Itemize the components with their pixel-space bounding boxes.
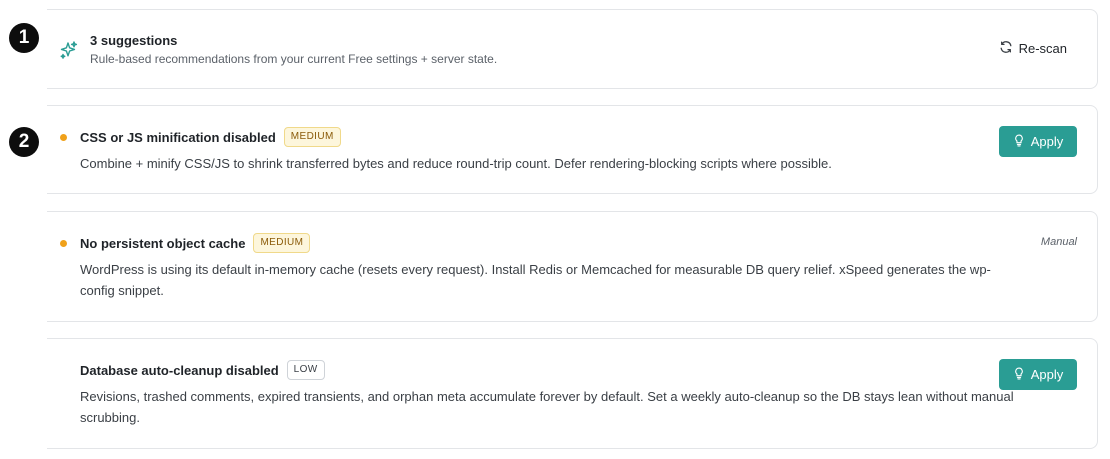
apply-button[interactable]: Apply bbox=[999, 359, 1077, 390]
suggestion-header: Database auto-cleanup disabled LOW bbox=[80, 360, 325, 380]
suggestion-description: WordPress is using its default in-memory… bbox=[80, 262, 991, 298]
severity-badge: MEDIUM bbox=[283, 127, 341, 147]
suggestion-header: No persistent object cache MEDIUM bbox=[80, 233, 311, 253]
refresh-icon bbox=[999, 40, 1013, 57]
severity-badge: LOW bbox=[286, 360, 325, 380]
summary-subtitle: Rule-based recommendations from your cur… bbox=[90, 52, 498, 66]
severity-badge: MEDIUM bbox=[253, 233, 311, 253]
suggestion-title: CSS or JS minification disabled bbox=[80, 129, 276, 145]
sparkle-icon bbox=[59, 40, 79, 60]
manual-tag: Manual bbox=[1040, 236, 1077, 248]
step-marker-1: 1 bbox=[9, 23, 39, 53]
apply-button[interactable]: Apply bbox=[999, 126, 1077, 157]
suggestion-title: Database auto-cleanup disabled bbox=[80, 362, 279, 378]
summary-title: 3 suggestions bbox=[90, 33, 178, 48]
rescan-label: Re-scan bbox=[1018, 41, 1067, 56]
lightbulb-icon bbox=[1013, 134, 1025, 150]
apply-label: Apply bbox=[1030, 367, 1064, 382]
suggestion-title: No persistent object cache bbox=[80, 235, 246, 251]
suggestions-panel: 1 2 3 suggestions Rule-based recommendat… bbox=[0, 0, 1110, 459]
suggestion-card: CSS or JS minification disabled MEDIUM C… bbox=[47, 105, 1098, 194]
suggestion-card: No persistent object cache MEDIUM Manual… bbox=[47, 211, 1098, 322]
step-marker-2: 2 bbox=[9, 127, 39, 157]
rescan-button[interactable]: Re-scan bbox=[999, 40, 1067, 57]
lightbulb-icon bbox=[1013, 367, 1025, 383]
suggestion-description: Revisions, trashed comments, expired tra… bbox=[80, 389, 1014, 425]
apply-label: Apply bbox=[1030, 134, 1064, 149]
suggestion-header: CSS or JS minification disabled MEDIUM bbox=[80, 127, 341, 147]
severity-dot bbox=[60, 240, 67, 247]
suggestion-card: Database auto-cleanup disabled LOW Revis… bbox=[47, 338, 1098, 449]
summary-card: 3 suggestions Rule-based recommendations… bbox=[47, 9, 1098, 89]
severity-dot bbox=[60, 134, 67, 141]
suggestion-description: Combine + minify CSS/JS to shrink transf… bbox=[80, 156, 832, 171]
